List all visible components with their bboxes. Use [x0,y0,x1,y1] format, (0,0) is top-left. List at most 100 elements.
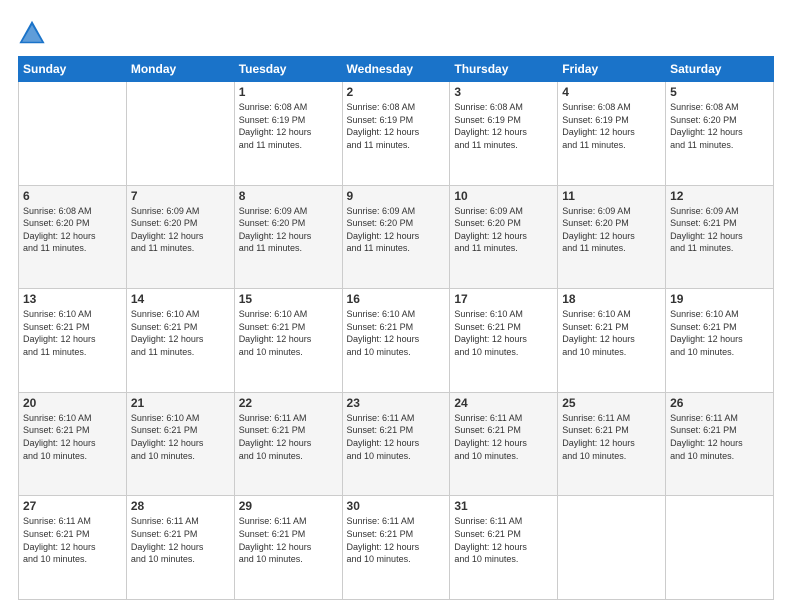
day-number: 22 [239,396,338,410]
calendar-cell: 29 Sunrise: 6:11 AM Sunset: 6:21 PM Dayli… [234,496,342,600]
day-number: 3 [454,85,553,99]
day-info: Sunrise: 6:10 AM Sunset: 6:21 PM Dayligh… [23,412,122,462]
day-number: 7 [131,189,230,203]
calendar-cell: 13 Sunrise: 6:10 AM Sunset: 6:21 PM Dayli… [19,289,127,393]
calendar-cell [126,82,234,186]
day-number: 30 [347,499,446,513]
calendar-cell: 16 Sunrise: 6:10 AM Sunset: 6:21 PM Dayli… [342,289,450,393]
calendar-cell: 12 Sunrise: 6:09 AM Sunset: 6:21 PM Dayli… [666,185,774,289]
calendar-cell: 22Sunrise: 6:11 AM Sunset: 6:21 PM Dayli… [234,392,342,496]
day-number: 5 [670,85,769,99]
calendar-week-1: 1 Sunrise: 6:08 AM Sunset: 6:19 PM Daylig… [19,82,774,186]
day-info: Sunrise: 6:09 AM Sunset: 6:21 PM Dayligh… [670,205,769,255]
calendar-cell: 2Sunrise: 6:08 AM Sunset: 6:19 PM Daylig… [342,82,450,186]
calendar-cell: 10 Sunrise: 6:09 AM Sunset: 6:20 PM Dayli… [450,185,558,289]
day-number: 1 [239,85,338,99]
day-number: 9 [347,189,446,203]
weekday-header-saturday: Saturday [666,57,774,82]
calendar-cell: 8Sunrise: 6:09 AM Sunset: 6:20 PM Daylig… [234,185,342,289]
day-info: Sunrise: 6:09 AM Sunset: 6:20 PM Dayligh… [347,205,446,255]
calendar-cell: 21 Sunrise: 6:10 AM Sunset: 6:21 PM Dayli… [126,392,234,496]
calendar-cell: 27Sunrise: 6:11 AM Sunset: 6:21 PM Dayli… [19,496,127,600]
day-info: Sunrise: 6:10 AM Sunset: 6:21 PM Dayligh… [131,308,230,358]
day-number: 13 [23,292,122,306]
day-number: 20 [23,396,122,410]
page: SundayMondayTuesdayWednesdayThursdayFrid… [0,0,792,612]
calendar-cell: 3 Sunrise: 6:08 AM Sunset: 6:19 PM Daylig… [450,82,558,186]
day-info: Sunrise: 6:11 AM Sunset: 6:21 PM Dayligh… [454,412,553,462]
calendar-cell [558,496,666,600]
weekday-header-friday: Friday [558,57,666,82]
calendar-cell: 20 Sunrise: 6:10 AM Sunset: 6:21 PM Dayli… [19,392,127,496]
day-number: 16 [347,292,446,306]
day-info: Sunrise: 6:10 AM Sunset: 6:21 PM Dayligh… [239,308,338,358]
calendar-week-2: 6 Sunrise: 6:08 AM Sunset: 6:20 PM Daylig… [19,185,774,289]
day-info: Sunrise: 6:08 AM Sunset: 6:19 PM Dayligh… [562,101,661,151]
day-info: Sunrise: 6:09 AM Sunset: 6:20 PM Dayligh… [131,205,230,255]
weekday-header-sunday: Sunday [19,57,127,82]
day-info: Sunrise: 6:11 AM Sunset: 6:21 PM Dayligh… [239,515,338,565]
day-info: Sunrise: 6:10 AM Sunset: 6:21 PM Dayligh… [347,308,446,358]
day-number: 17 [454,292,553,306]
weekday-header-monday: Monday [126,57,234,82]
calendar-cell: 5Sunrise: 6:08 AM Sunset: 6:20 PM Daylig… [666,82,774,186]
day-info: Sunrise: 6:10 AM Sunset: 6:21 PM Dayligh… [670,308,769,358]
calendar-week-3: 13 Sunrise: 6:10 AM Sunset: 6:21 PM Dayli… [19,289,774,393]
calendar-cell: 28 Sunrise: 6:11 AM Sunset: 6:21 PM Dayli… [126,496,234,600]
day-info: Sunrise: 6:11 AM Sunset: 6:21 PM Dayligh… [562,412,661,462]
calendar-cell: 7 Sunrise: 6:09 AM Sunset: 6:20 PM Daylig… [126,185,234,289]
day-info: Sunrise: 6:10 AM Sunset: 6:21 PM Dayligh… [23,308,122,358]
logo [18,18,50,46]
day-number: 28 [131,499,230,513]
day-number: 23 [347,396,446,410]
calendar-cell: 15Sunrise: 6:10 AM Sunset: 6:21 PM Dayli… [234,289,342,393]
day-number: 6 [23,189,122,203]
day-number: 26 [670,396,769,410]
day-number: 11 [562,189,661,203]
day-info: Sunrise: 6:08 AM Sunset: 6:19 PM Dayligh… [454,101,553,151]
day-info: Sunrise: 6:11 AM Sunset: 6:21 PM Dayligh… [131,515,230,565]
day-info: Sunrise: 6:11 AM Sunset: 6:21 PM Dayligh… [347,515,446,565]
day-info: Sunrise: 6:11 AM Sunset: 6:21 PM Dayligh… [454,515,553,565]
calendar-cell: 11 Sunrise: 6:09 AM Sunset: 6:20 PM Dayli… [558,185,666,289]
calendar-cell: 18Sunrise: 6:10 AM Sunset: 6:21 PM Dayli… [558,289,666,393]
logo-icon [18,18,46,46]
day-info: Sunrise: 6:09 AM Sunset: 6:20 PM Dayligh… [454,205,553,255]
day-number: 21 [131,396,230,410]
day-number: 25 [562,396,661,410]
calendar-cell: 23 Sunrise: 6:11 AM Sunset: 6:21 PM Dayli… [342,392,450,496]
weekday-header-thursday: Thursday [450,57,558,82]
weekday-header-tuesday: Tuesday [234,57,342,82]
day-info: Sunrise: 6:10 AM Sunset: 6:21 PM Dayligh… [131,412,230,462]
weekday-header-wednesday: Wednesday [342,57,450,82]
day-number: 24 [454,396,553,410]
calendar-cell [666,496,774,600]
day-number: 31 [454,499,553,513]
weekday-header-row: SundayMondayTuesdayWednesdayThursdayFrid… [19,57,774,82]
day-info: Sunrise: 6:08 AM Sunset: 6:20 PM Dayligh… [23,205,122,255]
calendar-cell: 4 Sunrise: 6:08 AM Sunset: 6:19 PM Daylig… [558,82,666,186]
calendar-cell: 26 Sunrise: 6:11 AM Sunset: 6:21 PM Dayli… [666,392,774,496]
day-info: Sunrise: 6:09 AM Sunset: 6:20 PM Dayligh… [562,205,661,255]
calendar-cell: 25 Sunrise: 6:11 AM Sunset: 6:21 PM Dayli… [558,392,666,496]
calendar-cell: 30 Sunrise: 6:11 AM Sunset: 6:21 PM Dayli… [342,496,450,600]
day-info: Sunrise: 6:11 AM Sunset: 6:21 PM Dayligh… [670,412,769,462]
calendar-cell: 6 Sunrise: 6:08 AM Sunset: 6:20 PM Daylig… [19,185,127,289]
day-info: Sunrise: 6:08 AM Sunset: 6:19 PM Dayligh… [239,101,338,151]
day-info: Sunrise: 6:11 AM Sunset: 6:21 PM Dayligh… [347,412,446,462]
day-number: 14 [131,292,230,306]
day-number: 8 [239,189,338,203]
day-number: 19 [670,292,769,306]
day-info: Sunrise: 6:10 AM Sunset: 6:21 PM Dayligh… [562,308,661,358]
day-info: Sunrise: 6:08 AM Sunset: 6:19 PM Dayligh… [347,101,446,151]
day-number: 29 [239,499,338,513]
day-number: 4 [562,85,661,99]
day-number: 27 [23,499,122,513]
calendar-table: SundayMondayTuesdayWednesdayThursdayFrid… [18,56,774,600]
day-number: 10 [454,189,553,203]
calendar-cell: 19 Sunrise: 6:10 AM Sunset: 6:21 PM Dayli… [666,289,774,393]
calendar-cell: 1 Sunrise: 6:08 AM Sunset: 6:19 PM Daylig… [234,82,342,186]
calendar-cell: 17Sunrise: 6:10 AM Sunset: 6:21 PM Dayli… [450,289,558,393]
calendar-week-4: 20 Sunrise: 6:10 AM Sunset: 6:21 PM Dayli… [19,392,774,496]
day-number: 12 [670,189,769,203]
